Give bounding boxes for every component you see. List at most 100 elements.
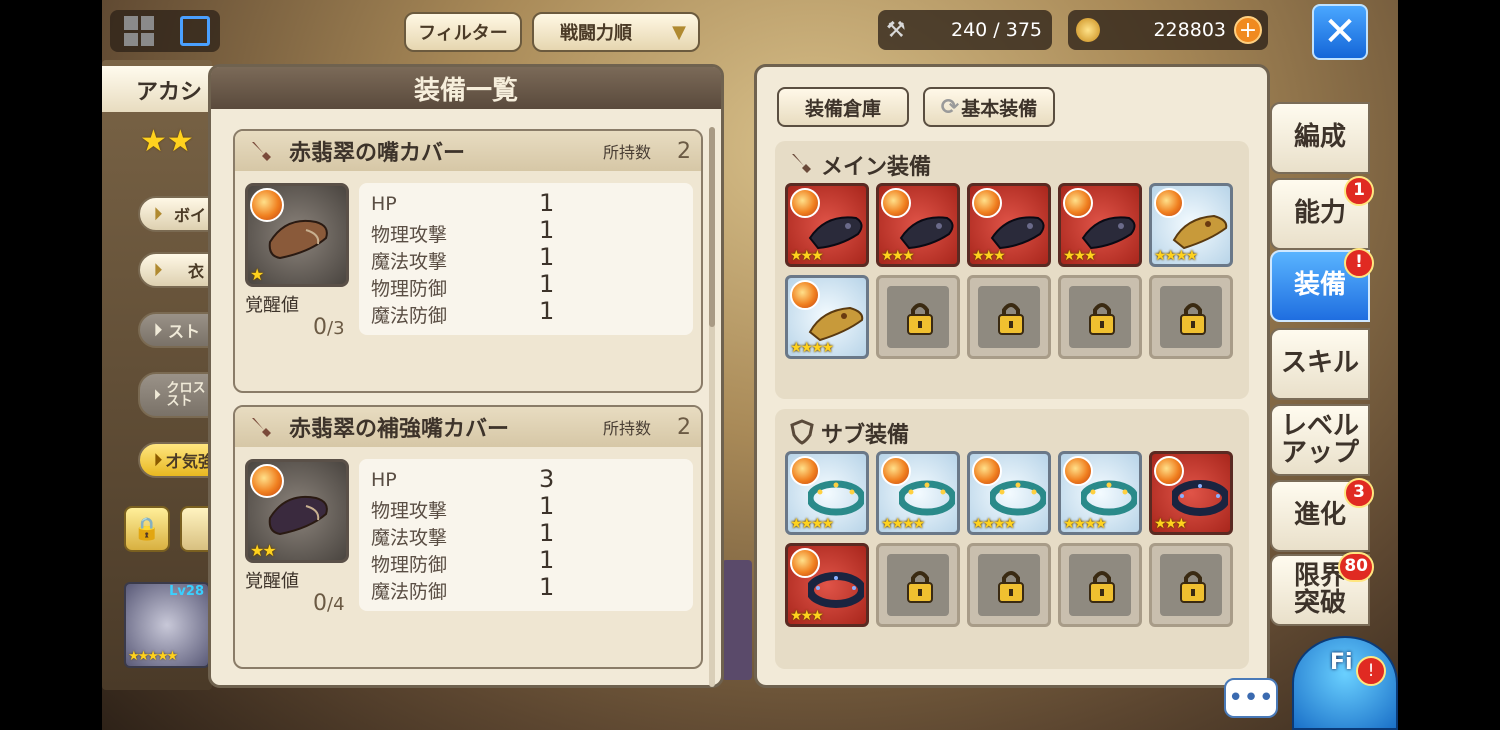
stamina-display: ⚒ 240 / 375 [878, 10, 1052, 50]
stat-box: HP 1 物理攻撃 1 魔法攻撃 1 物理防御 1 魔法防御 1 [359, 183, 693, 335]
equip-list-scrollbar[interactable] [709, 127, 715, 687]
awaken-label: 覚醒値 [245, 571, 299, 592]
equip-slot[interactable]: ★★★★ [876, 451, 960, 535]
main-equip-section: メイン装備 ★★★ ★★★ ★★★ ★★★ ★★★★ ★★★★ [775, 141, 1249, 399]
view-toggle-bar [110, 10, 220, 52]
slot-stars: ★★★ [972, 248, 1006, 264]
owned-count: 2 [677, 138, 691, 164]
stat-label: 魔法攻撃 [371, 251, 448, 273]
equip-slot[interactable]: ★★★★ [1149, 183, 1233, 267]
tab-limit-break[interactable]: 限界 突破 80 [1270, 552, 1374, 626]
notification-badge: ! [1344, 248, 1374, 278]
equip-storage-button[interactable]: 装備倉庫 [777, 87, 909, 127]
equip-card-header: 赤翡翠の嘴カバー 所持数 2 [235, 131, 701, 171]
locked-slot[interactable] [876, 543, 960, 627]
equip-slot[interactable]: ★★★ [785, 543, 869, 627]
equip-stars: ★★ [250, 541, 277, 560]
jeweled-collar-icon [899, 480, 955, 516]
slot-stars: ★★★ [1154, 516, 1188, 532]
stat-value: 1 [539, 573, 555, 601]
equip-slot[interactable]: ★★★★ [785, 451, 869, 535]
sword-icon [252, 418, 271, 437]
filter-button[interactable]: フィルター [404, 12, 522, 52]
stat-value: 1 [539, 270, 555, 298]
stat-value: 1 [539, 492, 555, 520]
voice-label: ボイ [174, 206, 207, 225]
equip-slot[interactable]: ★★★ [876, 183, 960, 267]
char-stars: ★★ [140, 124, 194, 159]
tab-equipment[interactable]: 装備! [1270, 248, 1374, 322]
equip-slot[interactable]: ★★★ [785, 183, 869, 267]
awaken-value: 0/3 [313, 315, 345, 340]
equip-card-header: 赤翡翠の補強嘴カバー 所持数 2 [235, 407, 701, 447]
slot-stars: ★★★★ [972, 516, 1016, 532]
stat-label: 魔法防御 [371, 305, 448, 327]
game-screen: フィルター 戦闘力順 ▼ ⚒ 240 / 375 228803 + ✕ アカシ … [102, 0, 1398, 730]
stat-label: 物理防御 [371, 278, 448, 300]
slot-stars: ★★★★ [1154, 248, 1198, 264]
close-button[interactable]: ✕ [1312, 4, 1368, 60]
equip-slot[interactable]: ★★★★ [785, 275, 869, 359]
tab-label: レベル アップ [1280, 410, 1359, 468]
locked-slot[interactable] [1058, 275, 1142, 359]
close-icon: ✕ [1323, 9, 1357, 55]
single-view-icon[interactable] [180, 16, 210, 46]
tab-label: スキル [1280, 348, 1359, 379]
awaken-current: 0 [313, 315, 327, 340]
stat-label: 魔法防御 [371, 581, 448, 603]
basic-equip-button[interactable]: ⟳ 基本装備 [923, 87, 1055, 127]
char-name: アカシ [136, 80, 203, 105]
main-equip-title: メイン装備 [821, 155, 932, 180]
locked-slot[interactable] [1058, 543, 1142, 627]
chat-button[interactable]: ••• [1224, 678, 1278, 718]
dark-beak-cover-icon [808, 216, 863, 250]
locked-slot[interactable] [967, 275, 1051, 359]
slot-stars: ★★★★ [790, 516, 834, 532]
tab-label: 能力 [1293, 198, 1346, 229]
tab-formation[interactable]: 編成 [1270, 102, 1370, 174]
stat-value: 1 [539, 243, 555, 271]
tab-ability[interactable]: 能力 1 [1270, 176, 1374, 250]
equip-card[interactable]: 赤翡翠の嘴カバー 所持数 2 ★ 覚醒値 0/3 HP 1 物理攻撃 1 魔法攻撃 1 物理防御 1 魔法防… [233, 129, 703, 393]
slot-stars: ★★★★ [1063, 516, 1107, 532]
equip-slot[interactable]: ★★★★ [1058, 451, 1142, 535]
stat-value: 1 [539, 297, 555, 325]
owned-count: 2 [677, 414, 691, 440]
locked-slot[interactable] [967, 543, 1051, 627]
sort-dropdown[interactable]: 戦闘力順 ▼ [532, 12, 700, 52]
locked-slot[interactable] [1149, 543, 1233, 627]
stat-value: 3 [539, 465, 555, 493]
equip-slot[interactable]: ★★★★ [967, 451, 1051, 535]
equip-thumbnail[interactable]: ★ [245, 183, 349, 287]
equipped-panel: 装備倉庫 ⟳ 基本装備 メイン装備 ★★★ ★★★ ★★★ ★★★ ★★★★ ★★★★ サ… [754, 64, 1270, 688]
basic-equip-label: 基本装備 [961, 97, 1038, 120]
notification-badge: 1 [1344, 176, 1374, 206]
lock-toggle-button[interactable]: 🔒 [124, 506, 170, 552]
locked-slot[interactable] [1149, 275, 1233, 359]
jeweled-collar-icon [990, 480, 1046, 516]
add-gold-icon[interactable]: + [1234, 16, 1262, 44]
grid-view-icon[interactable] [124, 16, 154, 46]
padlock-icon [907, 571, 933, 603]
tab-skill[interactable]: スキル [1270, 328, 1370, 400]
equip-slot[interactable]: ★★★ [1149, 451, 1233, 535]
padlock-icon [1089, 571, 1115, 603]
awaken-label: 覚醒値 [245, 295, 299, 316]
char-level: Lv28 [169, 584, 204, 599]
equip-thumbnail[interactable]: ★★ [245, 459, 349, 563]
tab-evolution[interactable]: 進化 3 [1270, 478, 1374, 552]
equip-slot[interactable]: ★★★ [967, 183, 1051, 267]
second-toggle-button[interactable] [180, 506, 210, 552]
dark-beak-cover-icon [899, 216, 954, 250]
field-mascot-button[interactable]: Fi ! [1292, 636, 1398, 730]
tab-level-up[interactable]: レベル アップ [1270, 404, 1370, 476]
equip-card[interactable]: 赤翡翠の補強嘴カバー 所持数 2 ★★ 覚醒値 0/4 HP 3 物理攻撃 1 魔法攻撃 1 物理防御 1… [233, 405, 703, 669]
scrollbar-thumb[interactable] [709, 127, 715, 327]
refresh-icon: ⟳ [940, 94, 960, 120]
slot-stars: ★★★ [1063, 248, 1097, 264]
equip-slot[interactable]: ★★★ [1058, 183, 1142, 267]
character-portrait[interactable]: Lv28 ★★★★★ [124, 582, 210, 668]
story-label: スト [168, 322, 201, 341]
locked-slot[interactable] [876, 275, 960, 359]
char-name-bar: アカシ [102, 66, 222, 112]
